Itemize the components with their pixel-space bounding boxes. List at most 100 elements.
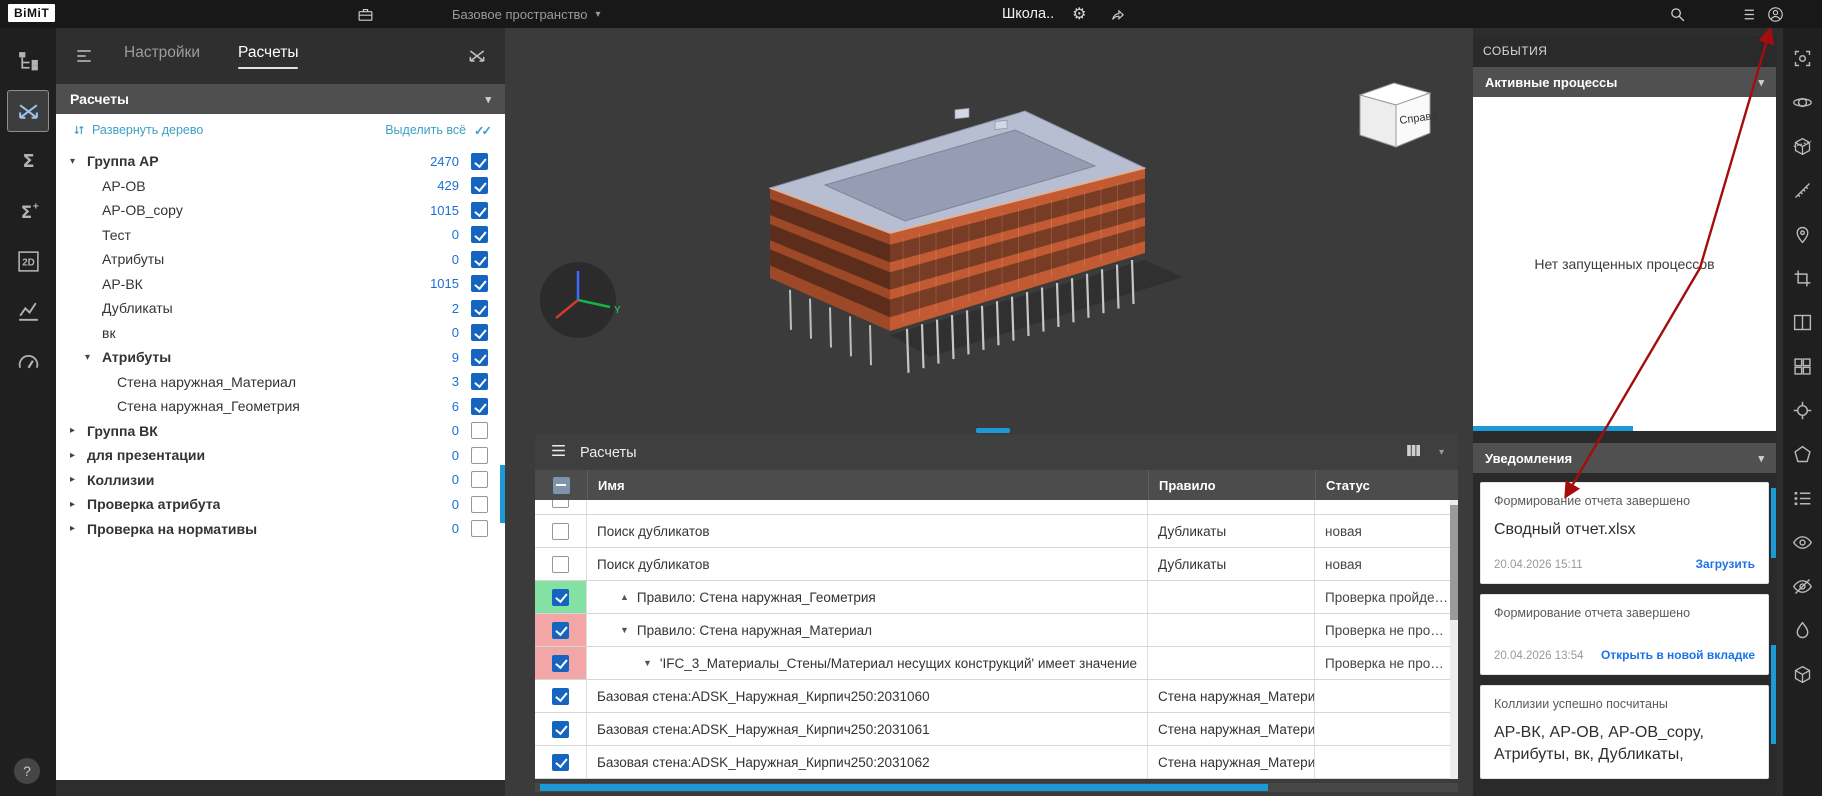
space-selector[interactable]: Базовое пространство ▾	[452, 0, 601, 28]
tree-expander-icon[interactable]: ▸	[70, 499, 87, 510]
tree-row[interactable]: ▸Группа ВК0	[56, 419, 505, 444]
focus-button[interactable]	[1787, 394, 1819, 426]
table-row[interactable]	[535, 500, 1458, 515]
select-all-link[interactable]: Выделить всё ✓✓	[385, 123, 489, 138]
shuffle-icon[interactable]	[463, 42, 491, 70]
rail-button-charts[interactable]	[7, 290, 49, 332]
tree-item-checkbox[interactable]	[471, 447, 488, 464]
axis-gizmo[interactable]: Y	[533, 255, 623, 345]
row-expander-icon[interactable]: ▼	[643, 658, 652, 668]
notification-action-link[interactable]: Открыть в новой вкладке	[1601, 648, 1755, 662]
row-checkbox[interactable]	[552, 523, 569, 540]
tree-item-checkbox[interactable]	[471, 373, 488, 390]
eye-off-button[interactable]	[1787, 570, 1819, 602]
share-icon[interactable]	[1104, 2, 1130, 26]
row-checkbox[interactable]	[552, 688, 569, 705]
row-checkbox[interactable]	[552, 500, 569, 508]
tree-item-checkbox[interactable]	[471, 520, 488, 537]
table-row[interactable]: Поиск дубликатовДубликатыновая	[535, 548, 1458, 581]
tree-item-checkbox[interactable]	[471, 324, 488, 341]
notifications-scrollbar-thumb[interactable]	[1771, 488, 1776, 558]
select-all-checkbox[interactable]	[553, 477, 570, 494]
row-checkbox[interactable]	[552, 655, 569, 672]
tree-row[interactable]: ▸для презентации0	[56, 443, 505, 468]
tree-item-checkbox[interactable]	[471, 226, 488, 243]
row-checkbox[interactable]	[552, 622, 569, 639]
tree-row[interactable]: Дубликаты2	[56, 296, 505, 321]
screenshot-button[interactable]	[1787, 42, 1819, 74]
table-horizontal-scrollbar[interactable]	[535, 783, 1458, 792]
pin-button[interactable]	[1787, 218, 1819, 250]
column-header-rule[interactable]: Правило	[1148, 470, 1315, 500]
tree-item-checkbox[interactable]	[471, 275, 488, 292]
expand-tree-link[interactable]: Развернуть дерево	[72, 123, 203, 137]
columns-icon[interactable]	[1404, 441, 1423, 464]
row-checkbox[interactable]	[552, 721, 569, 738]
chevron-down-icon[interactable]: ▾	[1439, 447, 1444, 458]
calculations-section-header[interactable]: Расчеты ▾	[56, 84, 505, 114]
row-expander-icon[interactable]: ▼	[620, 625, 629, 635]
search-icon[interactable]	[1664, 2, 1690, 26]
tree-row[interactable]: Стена наружная_Материал3	[56, 370, 505, 395]
panel-drag-handle[interactable]	[976, 428, 1010, 433]
processes-scrollbar-thumb[interactable]	[1473, 426, 1633, 431]
grid-button[interactable]	[1787, 350, 1819, 382]
tree-item-checkbox[interactable]	[471, 398, 488, 415]
rail-button-validation[interactable]	[7, 90, 49, 132]
table-row[interactable]: Базовая стена:ADSK_Наружная_Кирпич250:20…	[535, 746, 1458, 779]
table-row[interactable]: ▲Правило: Стена наружная_ГеометрияПровер…	[535, 581, 1458, 614]
tree-row[interactable]: АР-ОВ429	[56, 174, 505, 199]
tree-expander-icon[interactable]: ▸	[70, 523, 87, 534]
tree-row[interactable]: вк0	[56, 321, 505, 346]
tree-item-checkbox[interactable]	[471, 202, 488, 219]
ruler-button[interactable]	[1787, 174, 1819, 206]
row-expander-icon[interactable]: ▲	[620, 592, 629, 602]
tree-item-checkbox[interactable]	[471, 251, 488, 268]
notification-card[interactable]: Формирование отчета завершено20.04.2026 …	[1480, 594, 1769, 675]
tree-expander-icon[interactable]: ▸	[70, 425, 87, 436]
sequence-button[interactable]	[1787, 482, 1819, 514]
notifications-scrollbar-thumb[interactable]	[1771, 645, 1776, 744]
table-row[interactable]: ▼'IFC_3_Материалы_Стены/Материал несущих…	[535, 647, 1458, 680]
paint-button[interactable]	[1787, 614, 1819, 646]
table-row[interactable]: Поиск дубликатовДубликатыновая	[535, 515, 1458, 548]
tree-expander-icon[interactable]: ▸	[70, 450, 87, 461]
tree-row[interactable]: Тест0	[56, 223, 505, 248]
tree-item-checkbox[interactable]	[471, 153, 488, 170]
tree-row[interactable]: Стена наружная_Геометрия6	[56, 394, 505, 419]
account-icon[interactable]	[1762, 2, 1788, 26]
row-checkbox[interactable]	[552, 754, 569, 771]
help-button[interactable]: ?	[14, 758, 40, 784]
table-row[interactable]: ▼Правило: Стена наружная_МатериалПроверк…	[535, 614, 1458, 647]
workspace-briefcase-icon[interactable]	[352, 2, 378, 26]
tree-item-checkbox[interactable]	[471, 471, 488, 488]
section-cube-button[interactable]	[1787, 130, 1819, 162]
notification-card[interactable]: Формирование отчета завершеноСводный отч…	[1480, 482, 1769, 584]
tree-item-checkbox[interactable]	[471, 177, 488, 194]
rail-button-summary-add[interactable]: Σ+	[7, 190, 49, 232]
polygon-select-button[interactable]	[1787, 438, 1819, 470]
rail-button-dashboard[interactable]	[7, 340, 49, 382]
active-processes-header[interactable]: Активные процессы ▾	[1473, 67, 1776, 97]
table-vertical-scrollbar[interactable]	[1450, 500, 1458, 779]
tree-expander-icon[interactable]: ▾	[85, 352, 102, 363]
tree-expander-icon[interactable]: ▾	[70, 156, 87, 167]
view-cube[interactable]: Справа	[1350, 73, 1445, 168]
tree-item-checkbox[interactable]	[471, 496, 488, 513]
view-list-icon[interactable]	[1734, 2, 1760, 26]
panel-tab-0[interactable]: Настройки	[124, 44, 200, 69]
rail-button-view-2d[interactable]: 2D	[7, 240, 49, 282]
tree-row[interactable]: ▾Атрибуты9	[56, 345, 505, 370]
notification-action-link[interactable]: Загрузить	[1696, 557, 1755, 571]
orbit-button[interactable]	[1787, 86, 1819, 118]
tree-row[interactable]: ▸Проверка атрибута0	[56, 492, 505, 517]
row-checkbox[interactable]	[552, 556, 569, 573]
menu-icon[interactable]	[549, 441, 568, 464]
tree-expander-icon[interactable]: ▸	[70, 474, 87, 485]
row-checkbox[interactable]	[552, 589, 569, 606]
settings-gear-icon[interactable]: ⚙	[1072, 4, 1086, 24]
panel-tab-1[interactable]: Расчеты	[238, 44, 298, 69]
rail-button-model-tree[interactable]	[7, 40, 49, 82]
notification-card[interactable]: Коллизии успешно посчитаныАР-ВК, АР-ОВ, …	[1480, 685, 1769, 779]
cube-button[interactable]	[1787, 658, 1819, 690]
